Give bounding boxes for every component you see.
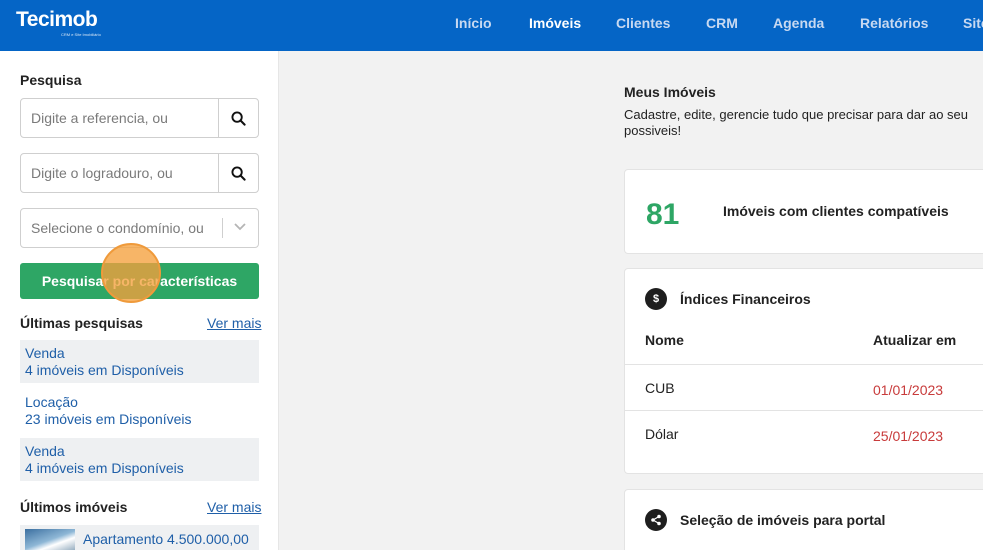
logo-text-left: Tec [16, 8, 50, 31]
page-description: Cadastre, edite, gerencie tudo que preci… [624, 107, 968, 138]
street-search-field [20, 153, 259, 193]
condo-select[interactable]: Selecione o condomínio, ou [20, 208, 259, 248]
recent-search-item[interactable]: Venda 4 imóveis em Disponíveis [20, 438, 259, 481]
page-title: Meus Imóveis [624, 84, 716, 100]
recent-search-type: Venda [25, 443, 65, 459]
nav-item-imoveis[interactable]: Imóveis [529, 15, 581, 31]
recent-searches-title: Últimas pesquisas [20, 315, 143, 331]
table-divider [625, 364, 983, 365]
reference-search-input[interactable] [31, 108, 216, 128]
table-cell-name: CUB [645, 380, 675, 396]
select-divider [222, 218, 223, 238]
column-header-name: Nome [645, 332, 684, 348]
recent-searches-see-more-link[interactable]: Ver mais [207, 315, 261, 331]
recent-properties-title: Últimos imóveis [20, 499, 128, 515]
table-divider [625, 410, 983, 411]
street-search-input[interactable] [31, 163, 216, 183]
property-thumbnail [25, 529, 75, 550]
search-icon [231, 110, 246, 126]
matching-properties-count: 81 [646, 198, 680, 231]
recent-search-type: Locação [25, 394, 78, 410]
search-icon [231, 165, 246, 181]
recent-search-item[interactable]: Locação 23 imóveis em Disponíveis [20, 389, 259, 432]
matching-properties-label: Imóveis com clientes compatíveis [723, 203, 949, 219]
search-title: Pesquisa [20, 72, 82, 88]
reference-search-button[interactable] [218, 99, 258, 137]
recent-property-label: Apartamento 4.500.000,00 [83, 531, 249, 547]
matching-properties-card[interactable]: 81 Imóveis com clientes compatíveis [624, 169, 983, 254]
table-cell-date[interactable]: 01/01/2023 [873, 382, 943, 398]
reference-search-field [20, 98, 259, 138]
share-icon [645, 509, 667, 531]
condo-select-placeholder: Selecione o condomínio, ou [31, 220, 204, 236]
recent-search-detail: 4 imóveis em Disponíveis [25, 460, 184, 476]
nav-item-clientes[interactable]: Clientes [616, 15, 670, 31]
app-logo[interactable]: Tecimob CRM e Site Imobiliário [16, 8, 101, 37]
portal-selection-title: Seleção de imóveis para portal [680, 512, 886, 528]
table-cell-name: Dólar [645, 426, 679, 442]
chevron-down-icon[interactable] [233, 222, 247, 232]
top-navigation-bar: Tecimob CRM e Site Imobiliário Início Im… [0, 0, 983, 51]
recent-search-detail: 23 imóveis em Disponíveis [25, 411, 192, 427]
recent-search-detail: 4 imóveis em Disponíveis [25, 362, 184, 378]
recent-properties-see-more-link[interactable]: Ver mais [207, 499, 261, 515]
recent-search-type: Venda [25, 345, 65, 361]
logo-text-right: imob [49, 8, 98, 31]
recent-property-item[interactable]: Apartamento 4.500.000,00 [20, 525, 259, 550]
nav-item-crm[interactable]: CRM [706, 15, 738, 31]
street-search-button[interactable] [218, 154, 258, 192]
recent-search-item[interactable]: Venda 4 imóveis em Disponíveis [20, 340, 259, 383]
table-cell-date[interactable]: 25/01/2023 [873, 428, 943, 444]
nav-item-agenda[interactable]: Agenda [773, 15, 824, 31]
dollar-icon: $ [645, 288, 667, 310]
nav-item-site[interactable]: Site [963, 15, 983, 31]
column-header-update: Atualizar em [873, 332, 957, 348]
nav-item-inicio[interactable]: Início [455, 15, 492, 31]
financial-indexes-title: Índices Financeiros [680, 291, 811, 307]
logo-tagline: CRM e Site Imobiliário [61, 32, 101, 37]
portal-selection-card[interactable]: Seleção de imóveis para portal [624, 489, 983, 550]
nav-item-relatorios[interactable]: Relatórios [860, 15, 928, 31]
financial-indexes-card: $ Índices Financeiros Nome Atualizar em … [624, 268, 983, 474]
click-indicator [101, 243, 161, 303]
